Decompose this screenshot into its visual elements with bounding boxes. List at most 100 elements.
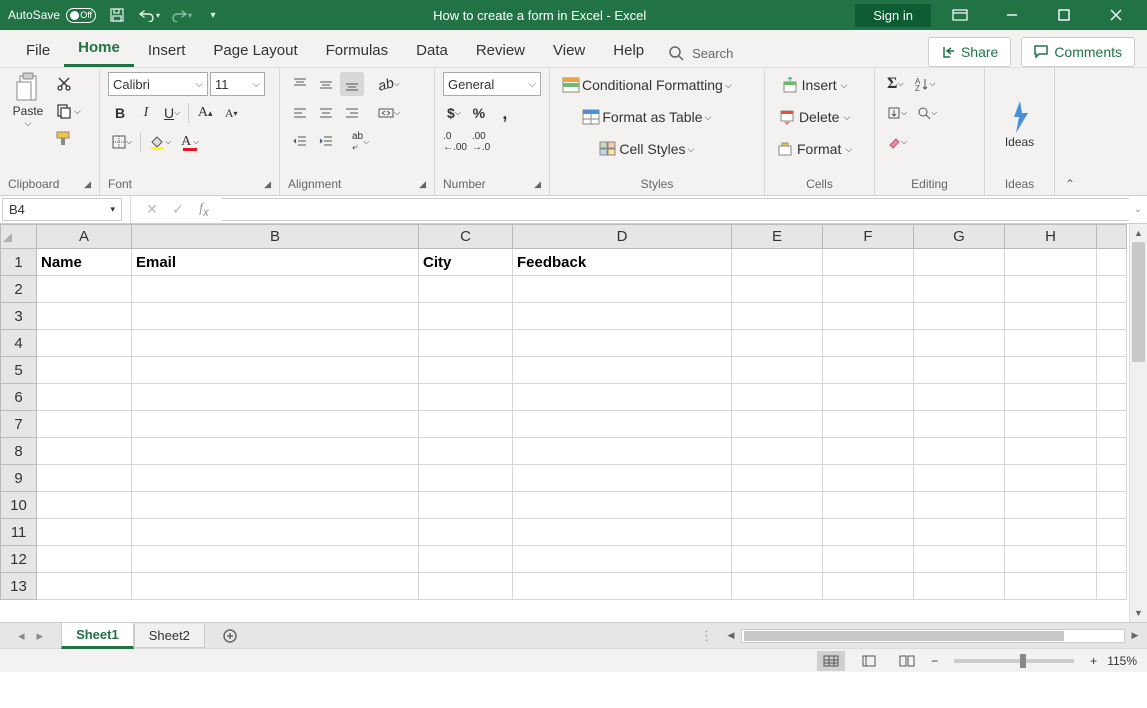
cell[interactable] xyxy=(419,384,513,411)
row-header[interactable]: 12 xyxy=(1,546,37,573)
table-row[interactable]: 5 xyxy=(1,357,1127,384)
cell[interactable] xyxy=(1005,330,1097,357)
cell[interactable] xyxy=(513,411,732,438)
scroll-right-icon[interactable]: ▶ xyxy=(1127,630,1143,641)
col-header[interactable]: G xyxy=(914,225,1005,249)
cell[interactable] xyxy=(419,519,513,546)
collapse-ribbon-button[interactable]: ⌃ xyxy=(1065,177,1075,191)
cell[interactable] xyxy=(732,303,823,330)
decrease-indent-button[interactable] xyxy=(288,130,312,154)
page-layout-view-button[interactable] xyxy=(855,651,883,671)
cell[interactable] xyxy=(914,465,1005,492)
cell[interactable] xyxy=(914,384,1005,411)
tab-splitter[interactable]: ⋮ xyxy=(694,628,719,644)
cell[interactable] xyxy=(732,276,823,303)
number-dialog-launcher[interactable]: ◢ xyxy=(534,179,541,190)
italic-button[interactable]: I xyxy=(134,101,158,125)
cell[interactable] xyxy=(513,276,732,303)
cell[interactable] xyxy=(732,249,823,276)
cell[interactable] xyxy=(823,411,914,438)
cell[interactable] xyxy=(37,303,132,330)
cell[interactable] xyxy=(823,519,914,546)
vertical-scrollbar[interactable]: ▲ ▼ xyxy=(1129,224,1147,622)
cell[interactable] xyxy=(914,303,1005,330)
cell[interactable] xyxy=(732,492,823,519)
zoom-out-button[interactable]: − xyxy=(931,654,938,668)
fill-button[interactable]: ⌵ xyxy=(883,101,911,125)
cell[interactable] xyxy=(732,465,823,492)
cell[interactable] xyxy=(419,330,513,357)
cell[interactable] xyxy=(732,573,823,600)
cell[interactable] xyxy=(823,330,914,357)
cell[interactable] xyxy=(37,546,132,573)
col-header[interactable]: B xyxy=(132,225,419,249)
sheet-nav-prev[interactable]: ◂ xyxy=(18,628,25,644)
insert-cells-button[interactable]: Insert⌵ xyxy=(773,72,856,98)
row-header[interactable]: 9 xyxy=(1,465,37,492)
cell[interactable] xyxy=(132,384,419,411)
undo-icon[interactable]: ▾ xyxy=(138,4,160,26)
cell[interactable] xyxy=(914,411,1005,438)
page-break-view-button[interactable] xyxy=(893,651,921,671)
table-row[interactable]: 2 xyxy=(1,276,1127,303)
share-button[interactable]: Share xyxy=(928,37,1011,67)
cell[interactable] xyxy=(132,519,419,546)
table-row[interactable]: 12 xyxy=(1,546,1127,573)
cell[interactable]: City xyxy=(419,249,513,276)
cell[interactable] xyxy=(513,330,732,357)
merge-button[interactable]: ⌵ xyxy=(374,101,404,125)
cut-button[interactable] xyxy=(52,72,76,96)
select-all-corner[interactable] xyxy=(1,225,37,249)
cell[interactable] xyxy=(732,384,823,411)
col-header[interactable]: D xyxy=(513,225,732,249)
cell[interactable] xyxy=(1097,330,1127,357)
cell[interactable] xyxy=(132,573,419,600)
qat-customize-icon[interactable]: ▾ xyxy=(202,4,224,26)
row-header[interactable]: 4 xyxy=(1,330,37,357)
redo-icon[interactable]: ▾ xyxy=(170,4,192,26)
cell[interactable] xyxy=(1097,384,1127,411)
tab-file[interactable]: File xyxy=(12,34,64,67)
align-top-button[interactable] xyxy=(288,72,312,96)
expand-formula-bar[interactable]: ⌄ xyxy=(1129,196,1147,223)
cell[interactable] xyxy=(1005,411,1097,438)
alignment-dialog-launcher[interactable]: ◢ xyxy=(419,179,426,190)
zoom-level[interactable]: 115% xyxy=(1107,654,1137,668)
tab-view[interactable]: View xyxy=(539,34,599,67)
cell[interactable] xyxy=(1097,519,1127,546)
cell[interactable] xyxy=(1097,303,1127,330)
cell[interactable]: Feedback xyxy=(513,249,732,276)
row-header[interactable]: 11 xyxy=(1,519,37,546)
cell[interactable] xyxy=(37,357,132,384)
cell[interactable] xyxy=(823,303,914,330)
row-header[interactable]: 3 xyxy=(1,303,37,330)
cell[interactable] xyxy=(1005,303,1097,330)
ribbon-display-icon[interactable] xyxy=(937,0,983,30)
align-middle-button[interactable] xyxy=(314,72,338,96)
cell[interactable] xyxy=(914,519,1005,546)
cell[interactable] xyxy=(1097,411,1127,438)
tell-me-search[interactable]: Search xyxy=(658,39,743,67)
cell[interactable] xyxy=(132,276,419,303)
cell[interactable] xyxy=(132,465,419,492)
cell[interactable] xyxy=(914,330,1005,357)
percent-button[interactable]: % xyxy=(467,101,491,125)
cell[interactable] xyxy=(914,573,1005,600)
cell[interactable] xyxy=(419,465,513,492)
cell[interactable] xyxy=(419,411,513,438)
align-right-button[interactable] xyxy=(340,101,364,125)
cell[interactable] xyxy=(132,330,419,357)
cell[interactable] xyxy=(132,546,419,573)
tab-help[interactable]: Help xyxy=(599,34,658,67)
table-row[interactable]: 6 xyxy=(1,384,1127,411)
cell[interactable] xyxy=(37,276,132,303)
cell[interactable] xyxy=(823,573,914,600)
cell[interactable] xyxy=(732,357,823,384)
minimize-icon[interactable] xyxy=(989,0,1035,30)
close-icon[interactable] xyxy=(1093,0,1139,30)
underline-button[interactable]: U⌵ xyxy=(160,101,184,125)
col-header[interactable]: E xyxy=(732,225,823,249)
align-left-button[interactable] xyxy=(288,101,312,125)
clear-button[interactable]: ⌵ xyxy=(883,130,911,154)
table-row[interactable]: 11 xyxy=(1,519,1127,546)
